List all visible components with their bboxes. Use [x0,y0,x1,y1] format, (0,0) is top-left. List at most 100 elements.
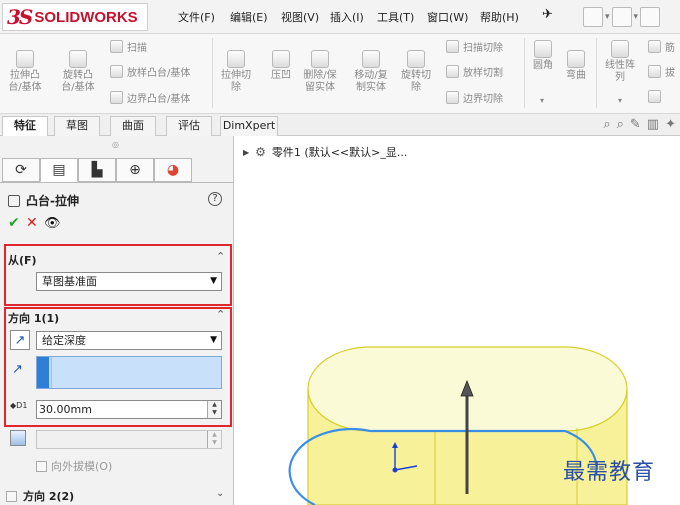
feature-manager-tab-icon[interactable]: ⟳ [2,158,40,182]
collapse-caret-icon[interactable]: ⌃ [216,250,225,263]
flex-button[interactable]: 弯曲 [562,50,590,82]
collapse-caret-icon[interactable]: ⌃ [216,308,225,321]
direction2-section[interactable]: 方向 2(2) [6,488,74,504]
tab-divider [0,182,233,183]
display-manager-tab-icon[interactable]: ◕ [154,158,192,182]
direction1-label[interactable]: 方向 1(1) [8,310,59,326]
fillet-button[interactable]: 圆角 [530,40,556,72]
new-document-icon[interactable] [583,7,603,27]
quick-access-toolbar: ▾ ▾ [583,6,661,28]
draft-icon [648,65,661,78]
tab-features[interactable]: 特征 [2,116,48,136]
shell-button[interactable] [648,90,661,103]
panel-grip-icon[interactable]: ◎ [112,140,119,149]
view-orientation-icon[interactable]: ✦ [665,117,676,132]
manager-tabs: ⟳ ▤ ▙ ⊕ ◕ [2,158,192,182]
menu-help[interactable]: 帮助(H) [480,9,519,25]
menu-window[interactable]: 窗口(W) [427,9,468,25]
dropdown-arrow-icon: ▼ [210,276,217,286]
depth-input[interactable]: 30.00mm ▲ ▼ [36,400,222,419]
reverse-direction-icon[interactable]: ↗ [10,330,30,350]
sweep-button[interactable]: 扫描 [110,39,147,54]
extrude-preview-model[interactable] [235,136,680,505]
delete-keep-body-button[interactable]: 删除/保 留实体 [300,50,340,94]
linear-pattern-button[interactable]: 线性阵 列 [600,40,640,84]
extrude-cut-button[interactable]: 拉伸切 除 [218,50,254,94]
draft-button[interactable]: 拔 [648,64,675,79]
end-condition-select[interactable]: 给定深度 ▼ [36,331,222,350]
move-body-icon [362,50,380,68]
boundary-boss-button[interactable]: 边界凸台/基体 [110,90,190,105]
ok-check-icon[interactable]: ✔ [8,215,20,231]
save-icon[interactable] [640,7,661,27]
fillet-icon [534,40,552,58]
direction2-checkbox[interactable] [6,490,17,502]
direction-vector-selection-box[interactable] [36,356,222,389]
tab-evaluate[interactable]: 评估 [166,116,212,136]
flex-icon [567,50,585,68]
open-document-icon[interactable] [611,7,632,27]
detailed-preview-eye-icon[interactable]: 👁 [44,216,61,231]
title-bar: 3S SOLIDWORKS 文件(F) 编辑(E) 视图(V) 插入(I) 工具… [0,0,680,34]
fillet-dropdown-icon[interactable]: ▾ [540,96,544,105]
dropdown-arrow-icon: ▼ [210,335,217,345]
property-manager-tab-icon[interactable]: ▤ [40,158,78,182]
rib-button[interactable]: 筋 [648,39,675,54]
command-manager-tabs: 特征 草图 曲面 评估 DimXpert ⌕ ⌕ ✎ ▥ ✦ [0,114,680,136]
revolve-boss-button[interactable]: 旋转凸 台/基体 [60,50,96,94]
ribbon-divider [524,38,525,108]
depth-d1-icon: ◆D1 [10,401,28,410]
extrude-feature-icon [8,194,20,207]
tab-dimxpert[interactable]: DimXpert [220,116,278,136]
cancel-x-icon[interactable]: ✕ [26,215,38,231]
revolve-cut-icon [407,50,425,68]
solidworks-logo[interactable]: 3S SOLIDWORKS [2,3,148,31]
menu-tools[interactable]: 工具(T) [377,9,414,25]
zoom-to-fit-icon[interactable]: ⌕ [603,117,610,132]
sweep-icon [110,40,123,53]
menu-insert[interactable]: 插入(I) [330,9,364,25]
sweep-cut-button[interactable]: 扫描切除 [446,39,503,54]
from-start-condition-select[interactable]: 草图基准面 ▼ [36,272,222,291]
indent-button[interactable]: 压凹 [266,50,296,82]
origin-point-icon [392,467,398,473]
extrude-boss-button[interactable]: 拉伸凸 台/基体 [8,50,42,94]
draft-angle-input: ▲ ▼ [36,430,222,449]
delete-body-icon [311,50,329,68]
expand-caret-icon[interactable]: ⌄ [216,488,224,499]
draft-on-off-icon[interactable] [10,430,26,446]
loft-cut-button[interactable]: 放样切割 [446,64,503,79]
loft-cut-icon [446,65,459,78]
pattern-dropdown-icon[interactable]: ▾ [618,96,622,105]
ds-logo-icon: 3S [7,5,33,29]
section-view-icon[interactable]: ▥ [647,117,659,132]
boundary-cut-button[interactable]: 边界切除 [446,90,503,105]
linear-pattern-icon [611,40,629,58]
depth-spinner[interactable]: ▲ ▼ [207,401,221,418]
move-copy-body-button[interactable]: 移动/复 制实体 [350,50,392,94]
menu-view[interactable]: 视图(V) [281,9,319,25]
menu-file[interactable]: 文件(F) [178,9,215,25]
extrude-cut-icon [227,50,245,68]
tab-surfaces[interactable]: 曲面 [110,116,156,136]
property-manager-panel: ◎ ⟳ ▤ ▙ ⊕ ◕ 凸台-拉伸 ? ✔ ✕ 👁 从(F) ⌃ 草图基准面 ▼… [0,136,234,505]
tab-sketch[interactable]: 草图 [54,116,100,136]
graphics-area[interactable]: ▶ ⚙ 零件1 (默认<<默认>_显... 最需教育 [235,136,680,505]
previous-view-icon[interactable]: ✎ [630,117,641,132]
loft-boss-button[interactable]: 放样凸台/基体 [110,64,190,79]
zoom-to-area-icon[interactable]: ⌕ [617,117,624,132]
draft-outward-option: 向外拔模(O) [36,458,112,474]
menu-edit[interactable]: 编辑(E) [230,9,268,25]
configuration-manager-tab-icon[interactable]: ▙ [78,158,116,182]
feature-ribbon: 拉伸凸 台/基体 旋转凸 台/基体 扫描 放样凸台/基体 边界凸台/基体 拉伸切… [0,34,680,114]
feature-title-text: 凸台-拉伸 [26,194,79,208]
help-icon[interactable]: ? [208,192,222,206]
direction-vector-icon: ↗ [12,362,23,377]
dimxpert-manager-tab-icon[interactable]: ⊕ [116,158,154,182]
from-section-label[interactable]: 从(F) [8,252,37,268]
extrude-boss-icon [16,50,34,68]
shell-icon [648,90,661,103]
pin-icon[interactable]: ✈ [542,7,553,22]
revolve-cut-button[interactable]: 旋转切 除 [398,50,434,94]
watermark-text: 最需教育 [563,460,656,485]
